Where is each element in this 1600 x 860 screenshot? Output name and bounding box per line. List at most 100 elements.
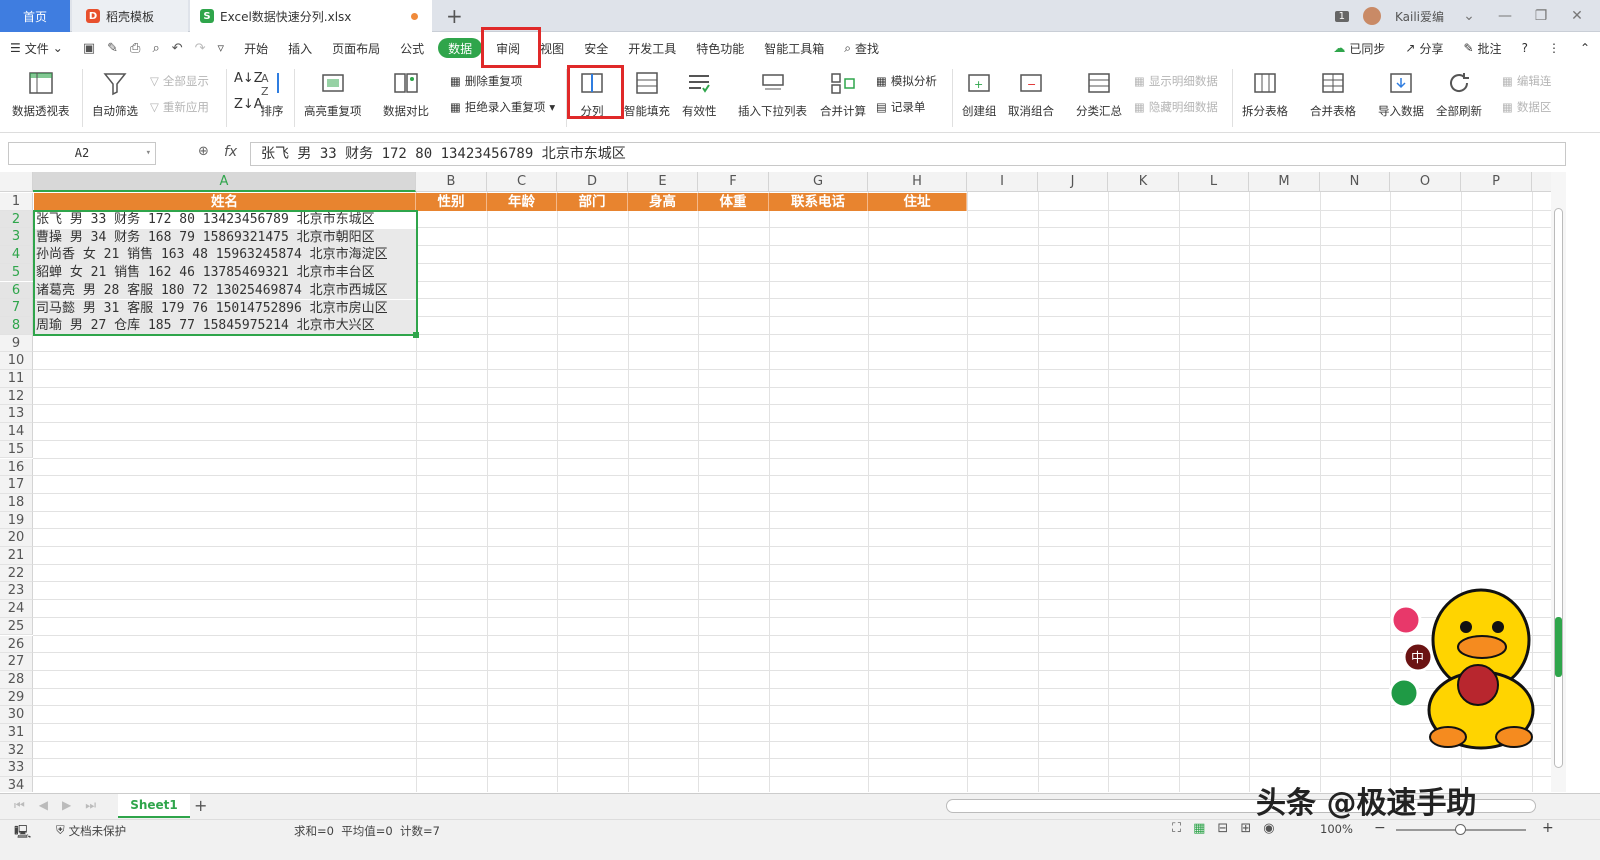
header-cell-height[interactable]: 身高 [628, 193, 698, 211]
menu-tab-10[interactable]: 智能工具箱 [754, 33, 834, 63]
row-header[interactable]: 12 [0, 387, 33, 406]
split-table-button[interactable]: 拆分表格 [1242, 65, 1288, 119]
simulate-button[interactable]: ▦ 模拟分析 [876, 73, 937, 89]
row-header[interactable]: 32 [0, 741, 33, 760]
header-cell-name[interactable]: 姓名 [34, 193, 416, 211]
collapse-ribbon-icon[interactable]: ⌃ [1570, 33, 1600, 63]
edit-link-button[interactable]: ▦ 编辑连 [1502, 73, 1551, 89]
menu-tab-7[interactable]: 安全 [574, 33, 618, 63]
format-painter-icon[interactable]: ✎ [107, 41, 118, 56]
row-header[interactable]: 1 [0, 193, 33, 211]
fullscreen-icon[interactable]: ⛶ [1172, 821, 1181, 836]
column-header[interactable]: J [1038, 172, 1108, 192]
menu-tab-1[interactable]: 插入 [278, 33, 322, 63]
header-cell-address[interactable]: 住址 [868, 193, 967, 211]
reject-duplicates-button[interactable]: ▦ 拒绝录入重复项 ▾ [450, 99, 555, 115]
column-header[interactable]: K [1108, 172, 1179, 192]
row-header[interactable]: 5 [0, 263, 33, 282]
select-all-corner[interactable] [0, 172, 33, 192]
row-header[interactable]: 16 [0, 458, 33, 477]
column-header[interactable]: F [698, 172, 769, 192]
row-header[interactable]: 18 [0, 493, 33, 512]
unsaved-dot[interactable] [411, 13, 418, 20]
vertical-scrollbar[interactable] [1551, 172, 1566, 792]
comment-button[interactable]: ✎ 批注 [1453, 33, 1511, 63]
row-header[interactable]: 20 [0, 529, 33, 547]
sheet-nav-arrows[interactable]: ⏮◀▶⏭ [14, 798, 110, 813]
redo-icon[interactable]: ↷ [195, 41, 206, 56]
row-header[interactable]: 30 [0, 706, 33, 724]
zoom-slider-thumb[interactable] [1455, 824, 1466, 835]
insert-dropdown-button[interactable]: 插入下拉列表 [738, 65, 807, 119]
eye-icon[interactable]: ◉ [1263, 821, 1274, 836]
column-header[interactable]: M [1249, 172, 1320, 192]
reapply-button[interactable]: ▽ 重新应用 [150, 99, 209, 115]
zoom-level[interactable]: 100% [1320, 822, 1353, 836]
header-cell-gender[interactable]: 性别 [416, 193, 487, 211]
add-sheet-button[interactable]: + [194, 796, 207, 815]
menu-tab-3[interactable]: 公式 [390, 33, 434, 63]
scrollbar-thumb[interactable] [1554, 208, 1563, 768]
undo-icon[interactable]: ↶ [172, 41, 183, 56]
menu-tab-data[interactable]: 数据 [438, 38, 483, 58]
hide-detail-button[interactable]: ▦ 隐藏明细数据 [1134, 99, 1218, 115]
column-header[interactable]: D [557, 172, 628, 192]
column-header[interactable]: E [628, 172, 698, 192]
column-header[interactable]: G [769, 172, 868, 192]
tab-home[interactable]: 首页 [0, 0, 70, 32]
row-header[interactable]: 24 [0, 600, 33, 618]
column-header[interactable]: I [967, 172, 1038, 192]
menu-tab-9[interactable]: 特色功能 [686, 33, 754, 63]
ungroup-button[interactable]: − 取消组合 [1008, 65, 1054, 119]
row-header[interactable]: 15 [0, 440, 33, 459]
minimize-icon[interactable]: — [1494, 8, 1516, 24]
menu-tab-8[interactable]: 开发工具 [618, 33, 686, 63]
remove-duplicates-button[interactable]: ▦ 删除重复项 [450, 73, 522, 89]
file-menu[interactable]: ☰ 文件 ⌄ [0, 33, 73, 63]
column-header[interactable]: L [1179, 172, 1249, 192]
more-icon[interactable]: ⋮ [1538, 33, 1570, 63]
import-data-button[interactable]: 导入数据 [1378, 65, 1424, 119]
subtotal-button[interactable]: 分类汇总 [1076, 65, 1122, 119]
row-header[interactable]: 33 [0, 759, 33, 778]
name-box[interactable]: A2 [8, 142, 156, 165]
merge-table-button[interactable]: 合并表格 [1310, 65, 1356, 119]
column-header[interactable]: C [487, 172, 557, 192]
row-header[interactable]: 7 [0, 299, 33, 317]
column-header[interactable]: B [416, 172, 487, 192]
row-header[interactable]: 31 [0, 724, 33, 742]
row-header[interactable]: 9 [0, 334, 33, 353]
avatar[interactable] [1362, 7, 1381, 25]
row-header[interactable]: 22 [0, 564, 33, 583]
compare-button[interactable]: 数据对比 [383, 65, 429, 119]
chevron-down-icon[interactable]: ▿ [218, 41, 225, 56]
header-cell-dept[interactable]: 部门 [557, 193, 628, 211]
user-name[interactable]: Kaili爱编 [1395, 8, 1444, 25]
smart-fill-button[interactable]: 智能填充 [624, 65, 670, 119]
sync-button[interactable]: ☁ 已同步 [1323, 33, 1395, 63]
zoom-out-icon[interactable]: − [1374, 820, 1386, 836]
autofilter-button[interactable]: 自动筛选 [92, 65, 138, 119]
spreadsheet-grid[interactable]: A B C D E F G H I J K L M N O P 12345678… [0, 172, 1566, 792]
save-icon[interactable]: ▣ [83, 41, 95, 56]
menu-tab-0[interactable]: 开始 [234, 33, 278, 63]
zoom-in-icon[interactable]: + [1542, 820, 1554, 836]
row-header[interactable]: 14 [0, 423, 33, 441]
row-header[interactable]: 26 [0, 635, 33, 654]
selection-range[interactable] [33, 210, 418, 336]
create-group-button[interactable]: + 创建组 [962, 65, 997, 119]
preview-icon[interactable]: ⌕ [152, 41, 159, 56]
row-header[interactable]: 17 [0, 476, 33, 494]
row-header[interactable]: 3 [0, 228, 33, 247]
new-tab-button[interactable]: + [446, 4, 463, 28]
chevron-down-icon[interactable]: ⌄ [1458, 8, 1480, 24]
zoom-formula-icon[interactable]: ⊕ [198, 144, 209, 159]
row-header[interactable]: 4 [0, 246, 33, 264]
data-source-button[interactable]: ▦ 数据区 [1502, 99, 1551, 115]
sort-button[interactable]: AZ 排序 [258, 65, 286, 119]
fill-handle[interactable] [413, 332, 419, 338]
row-header[interactable]: 23 [0, 582, 33, 601]
row-header[interactable]: 34 [0, 777, 33, 792]
row-header[interactable]: 27 [0, 653, 33, 671]
sheet-tab-sheet1[interactable]: Sheet1 [118, 794, 190, 818]
